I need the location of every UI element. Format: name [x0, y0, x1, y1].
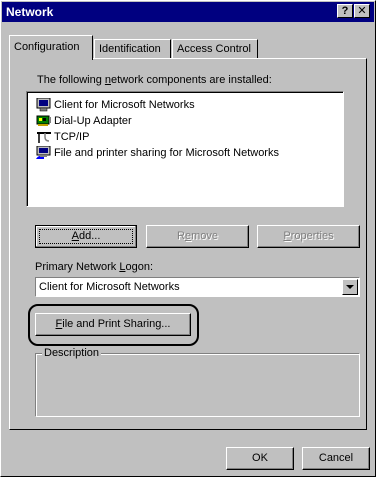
description-group: Description: [35, 347, 360, 417]
network-adapter-icon: [36, 114, 52, 128]
primary-logon-label: Primary Network Logon:: [35, 261, 153, 273]
network-client-icon: [36, 97, 52, 112]
properties-button[interactable]: Properties: [257, 225, 360, 248]
description-legend: Description: [42, 347, 102, 359]
protocol-icon: [36, 130, 52, 144]
title-bar[interactable]: Network ? ✕: [2, 2, 374, 22]
components-list[interactable]: Client for Microsoft Networks Dial-Up Ad…: [26, 91, 344, 207]
tab-configuration[interactable]: Configuration: [9, 35, 93, 60]
dropdown-button[interactable]: [342, 279, 358, 295]
primary-logon-select[interactable]: Client for Microsoft Networks: [35, 277, 360, 297]
close-button[interactable]: ✕: [354, 4, 370, 18]
focus-rectangle: [39, 229, 133, 244]
close-icon: ✕: [357, 5, 367, 17]
cancel-button[interactable]: Cancel: [302, 447, 370, 470]
file-and-print-sharing-button[interactable]: File and Print Sharing...: [35, 313, 191, 336]
chevron-down-icon: [346, 285, 354, 289]
network-dialog: Network ? ✕ Configuration Identification…: [0, 0, 376, 477]
file-sharing-service-icon: [36, 145, 52, 160]
components-label: The following network components are ins…: [37, 74, 272, 86]
tab-access-control[interactable]: Access Control: [172, 39, 258, 59]
help-button[interactable]: ?: [337, 4, 353, 18]
dialog-button-bar: OK Cancel: [2, 437, 374, 475]
remove-button[interactable]: Remove: [146, 225, 249, 248]
ok-button[interactable]: OK: [226, 447, 294, 470]
window-title: Network: [6, 5, 54, 19]
add-button[interactable]: Add...: [35, 225, 137, 248]
tab-identification[interactable]: Identification: [94, 39, 171, 59]
